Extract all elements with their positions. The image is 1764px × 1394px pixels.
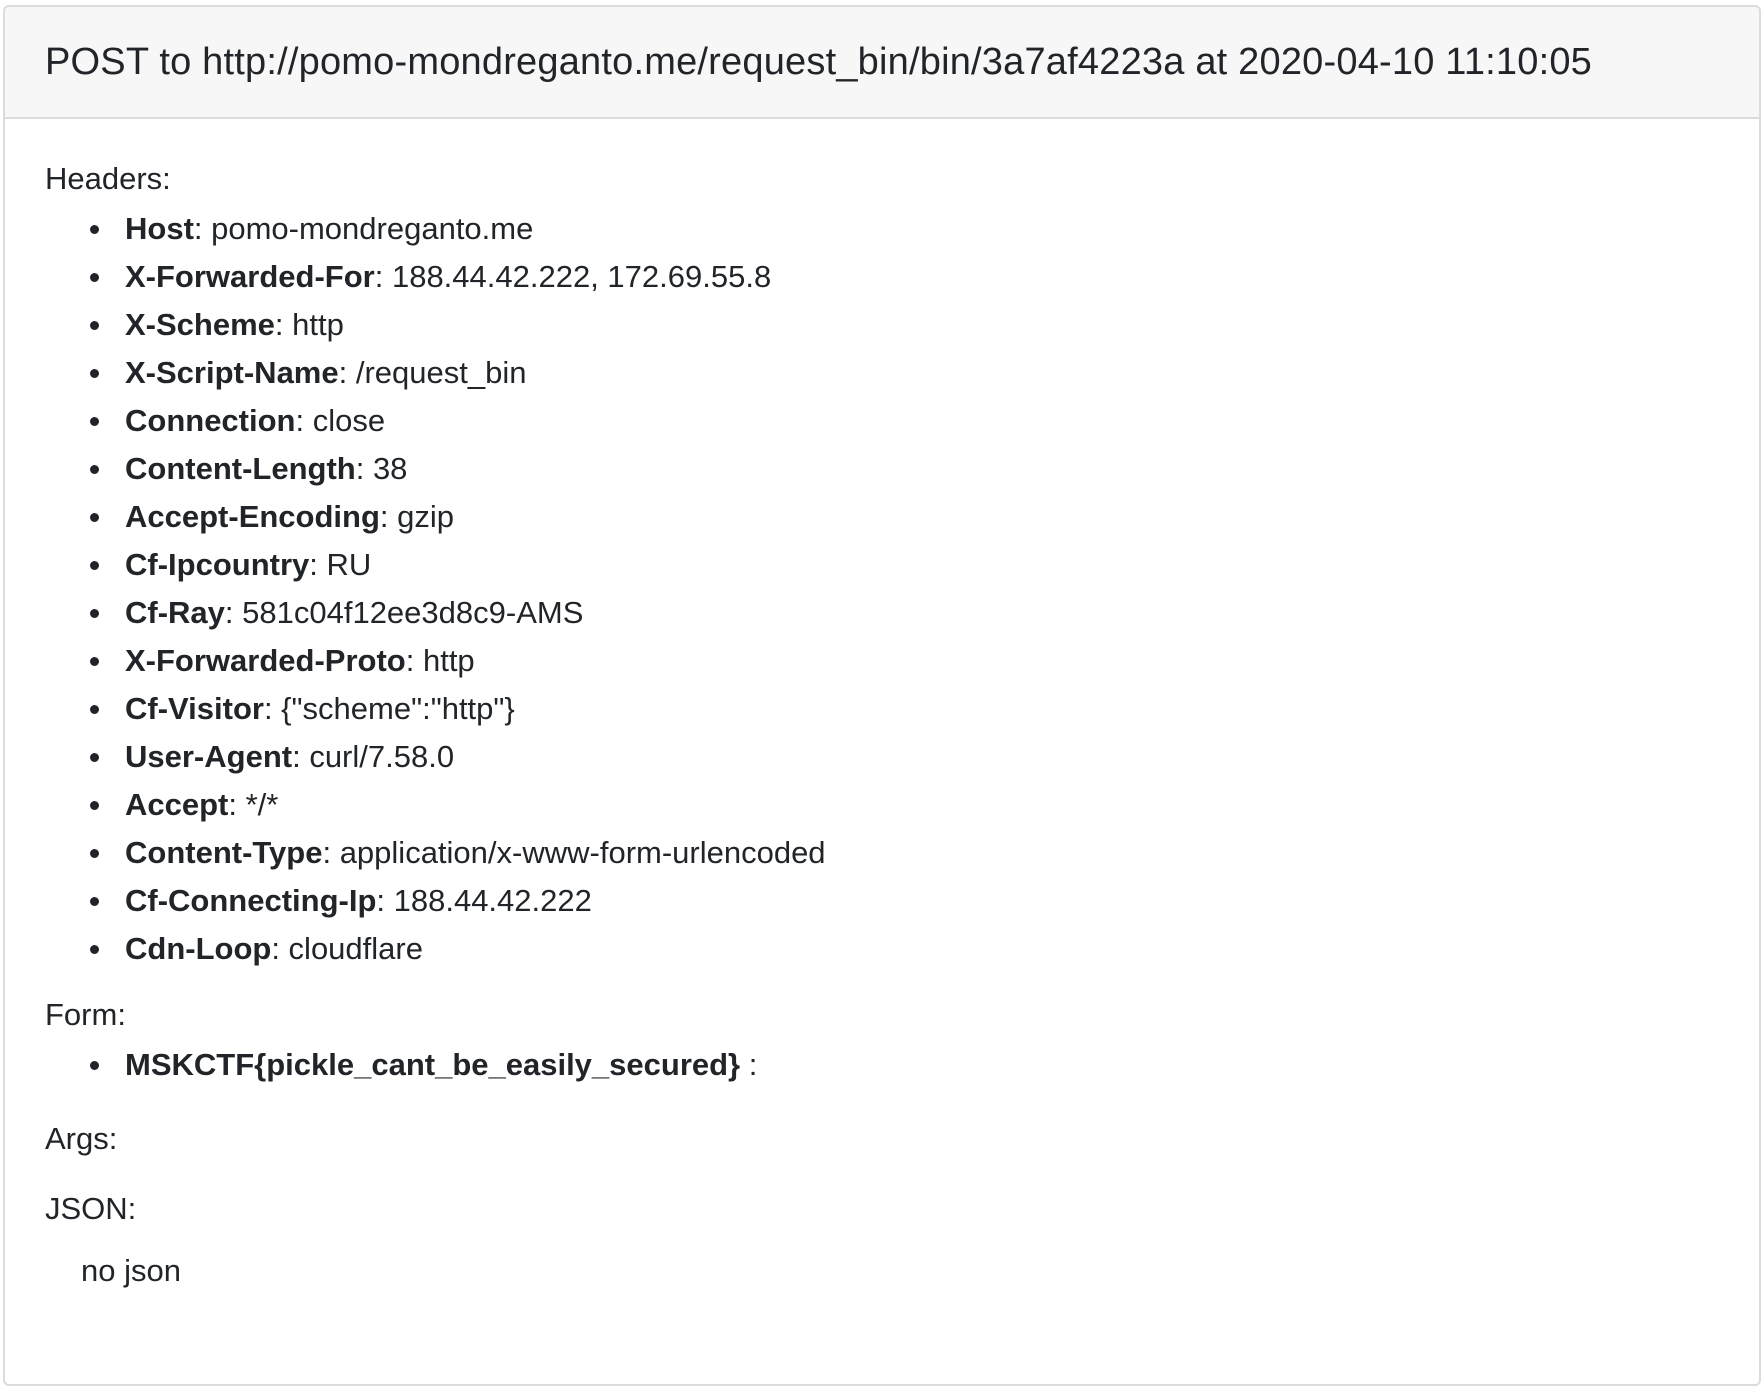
header-item-value: : http	[405, 643, 475, 678]
header-item-key: Accept	[125, 787, 229, 822]
header-item-value: : cloudflare	[271, 931, 423, 966]
bullet-icon	[90, 417, 99, 426]
request-card: POST to http://pomo-mondreganto.me/reque…	[3, 5, 1761, 1386]
header-item-value: : pomo-mondreganto.me	[193, 211, 534, 246]
bullet-icon	[90, 513, 99, 522]
request-title: POST to http://pomo-mondreganto.me/reque…	[45, 40, 1593, 83]
header-item-value: : {"scheme":"http"}	[263, 691, 515, 726]
header-item: Cf-Ray: 581c04f12ee3d8c9-AMS	[45, 589, 1719, 637]
header-item-key: Cf-Visitor	[125, 691, 264, 726]
header-item-value: : /request_bin	[338, 355, 527, 390]
header-item-value: : 581c04f12ee3d8c9-AMS	[224, 595, 584, 630]
header-item: Content-Length: 38	[45, 445, 1719, 493]
bullet-icon	[90, 657, 99, 666]
header-item-key: X-Forwarded-Proto	[125, 643, 406, 678]
header-item-key: Cf-Ray	[125, 595, 225, 630]
header-item: Accept: */*	[45, 781, 1719, 829]
header-item-value: : */*	[228, 787, 279, 822]
json-value: no json	[81, 1253, 181, 1288]
header-item: Connection: close	[45, 397, 1719, 445]
header-item: Accept-Encoding: gzip	[45, 493, 1719, 541]
header-item: Content-Type: application/x-www-form-url…	[45, 829, 1719, 877]
bullet-icon	[90, 897, 99, 906]
header-item: X-Scheme: http	[45, 301, 1719, 349]
bullet-icon	[90, 609, 99, 618]
header-item-key: Cdn-Loop	[125, 931, 272, 966]
header-item-key: X-Scheme	[125, 307, 275, 342]
header-item: X-Forwarded-For: 188.44.42.222, 172.69.5…	[45, 253, 1719, 301]
args-label: Args:	[45, 1121, 118, 1156]
bullet-icon	[90, 369, 99, 378]
bullet-icon	[90, 321, 99, 330]
header-item-key: Cf-Ipcountry	[125, 547, 310, 582]
header-item-value: : application/x-www-form-urlencoded	[322, 835, 826, 870]
header-item: X-Forwarded-Proto: http	[45, 637, 1719, 685]
request-header: POST to http://pomo-mondreganto.me/reque…	[5, 7, 1759, 119]
headers-label: Headers:	[45, 161, 171, 196]
header-item-value: : http	[274, 307, 344, 342]
bullet-icon	[90, 561, 99, 570]
header-item-key: Host	[125, 211, 194, 246]
form-item: MSKCTF{pickle_cant_be_easily_secured} :	[45, 1041, 1719, 1089]
bullet-icon	[90, 945, 99, 954]
header-item-value: : gzip	[379, 499, 455, 534]
bullet-icon	[90, 1061, 99, 1070]
header-item-value: : curl/7.58.0	[292, 739, 455, 774]
header-item-key: Connection	[125, 403, 296, 438]
bullet-icon	[90, 801, 99, 810]
header-item: X-Script-Name: /request_bin	[45, 349, 1719, 397]
form-list: MSKCTF{pickle_cant_be_easily_secured} :	[45, 1041, 1719, 1089]
header-item-key: Cf-Connecting-Ip	[125, 883, 377, 918]
bullet-icon	[90, 273, 99, 282]
form-item-value: :	[740, 1047, 758, 1082]
header-item-key: Content-Length	[125, 451, 356, 486]
bullet-icon	[90, 753, 99, 762]
header-item: Cf-Ipcountry: RU	[45, 541, 1719, 589]
header-item-key: User-Agent	[125, 739, 293, 774]
header-item-value: : 38	[355, 451, 408, 486]
bullet-icon	[90, 849, 99, 858]
header-item: Cf-Connecting-Ip: 188.44.42.222	[45, 877, 1719, 925]
header-item: User-Agent: curl/7.58.0	[45, 733, 1719, 781]
bullet-icon	[90, 705, 99, 714]
form-item-key: MSKCTF{pickle_cant_be_easily_secured}	[125, 1047, 741, 1082]
json-label: JSON:	[45, 1191, 137, 1226]
header-item-key: X-Forwarded-For	[125, 259, 375, 294]
headers-list: Host: pomo-mondreganto.me X-Forwarded-For…	[45, 205, 1719, 973]
header-item-value: : 188.44.42.222	[376, 883, 592, 918]
bullet-icon	[90, 225, 99, 234]
header-item: Host: pomo-mondreganto.me	[45, 205, 1719, 253]
header-item-key: X-Script-Name	[125, 355, 339, 390]
header-item-value: : 188.44.42.222, 172.69.55.8	[374, 259, 772, 294]
header-item-value: : RU	[309, 547, 372, 582]
header-item-key: Content-Type	[125, 835, 323, 870]
bullet-icon	[90, 465, 99, 474]
header-item: Cf-Visitor: {"scheme":"http"}	[45, 685, 1719, 733]
header-item-value: : close	[295, 403, 386, 438]
header-item-key: Accept-Encoding	[125, 499, 380, 534]
form-label: Form:	[45, 997, 126, 1032]
request-body: Headers: Host: pomo-mondreganto.me X-Forw…	[5, 119, 1759, 1291]
header-item: Cdn-Loop: cloudflare	[45, 925, 1719, 973]
